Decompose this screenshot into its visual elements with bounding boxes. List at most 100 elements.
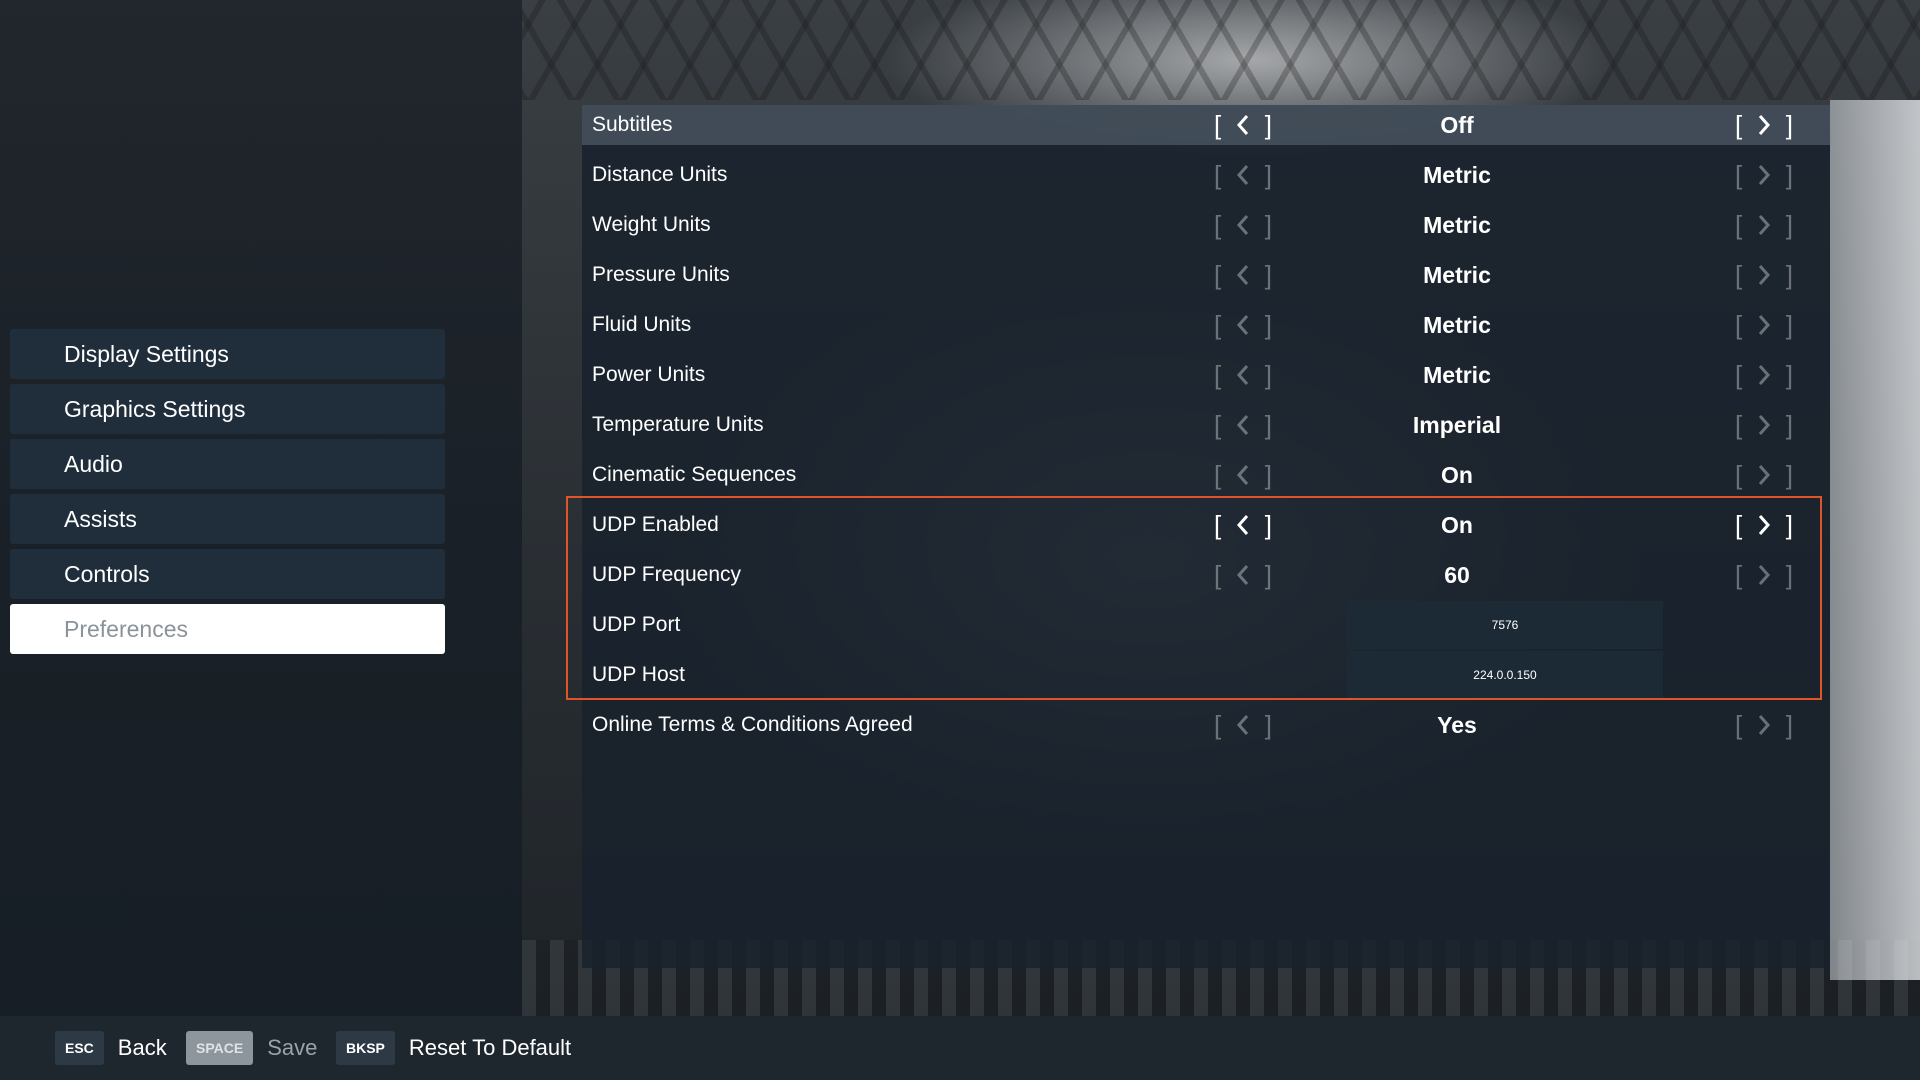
setting-row-subtitles[interactable]: Subtitles [] Off [] xyxy=(582,105,1830,145)
setting-label: UDP Host xyxy=(592,663,685,686)
setting-value: Metric xyxy=(1423,261,1491,288)
setting-value: Off xyxy=(1440,111,1474,138)
setting-label: Distance Units xyxy=(592,163,728,186)
chevron-left-icon xyxy=(1236,465,1249,485)
chevron-left-icon xyxy=(1236,265,1249,285)
setting-row-cinematic-sequences[interactable]: Cinematic Sequences [] On [] xyxy=(582,455,1830,495)
nav-item-label: Controls xyxy=(64,560,150,587)
next-option-button[interactable]: [] xyxy=(1735,408,1793,442)
previous-option-button[interactable]: [] xyxy=(1214,508,1272,542)
nav-item-controls[interactable]: Controls xyxy=(10,549,445,599)
setting-label: Power Units xyxy=(592,363,706,386)
settings-nav: Display Settings Graphics Settings Audio… xyxy=(10,329,445,659)
setting-value: Yes xyxy=(1437,711,1477,738)
chevron-left-icon xyxy=(1236,215,1249,235)
nav-item-label: Assists xyxy=(64,505,137,532)
setting-value: Imperial xyxy=(1412,411,1502,438)
previous-option-button[interactable]: [] xyxy=(1214,258,1272,292)
setting-row-weight-units[interactable]: Weight Units [] Metric [] xyxy=(582,205,1830,245)
nav-item-preferences[interactable]: Preferences xyxy=(10,604,445,654)
chevron-left-icon xyxy=(1236,365,1249,385)
setting-value: Metric xyxy=(1423,311,1491,338)
setting-label: UDP Port xyxy=(592,613,681,636)
setting-label: UDP Enabled xyxy=(592,513,719,536)
setting-row-fluid-units[interactable]: Fluid Units [] Metric [] xyxy=(582,305,1830,345)
setting-label: Subtitles xyxy=(592,113,673,136)
nav-item-display-settings[interactable]: Display Settings xyxy=(10,329,445,379)
setting-label: Cinematic Sequences xyxy=(592,463,797,486)
previous-option-button[interactable]: [] xyxy=(1214,108,1272,142)
setting-label: UDP Frequency xyxy=(592,563,742,586)
next-option-button[interactable]: [] xyxy=(1735,508,1793,542)
chevron-left-icon xyxy=(1236,415,1249,435)
next-option-button[interactable]: [] xyxy=(1735,358,1793,392)
chevron-right-icon xyxy=(1758,165,1771,185)
setting-row-udp-host: UDP Host 224.0.0.150 xyxy=(582,650,1830,700)
setting-row-power-units[interactable]: Power Units [] Metric [] xyxy=(582,355,1830,395)
nav-item-label: Display Settings xyxy=(64,340,229,367)
chevron-left-icon xyxy=(1236,565,1249,585)
setting-label: Temperature Units xyxy=(592,413,764,436)
save-label: Save xyxy=(267,1035,318,1060)
chevron-right-icon xyxy=(1758,215,1771,235)
setting-value: Metric xyxy=(1423,211,1491,238)
setting-value: On xyxy=(1441,461,1473,488)
setting-row-udp-frequency[interactable]: UDP Frequency [] 60 [] xyxy=(582,555,1830,595)
reset-label: Reset To Default xyxy=(408,1035,572,1060)
previous-option-button[interactable]: [] xyxy=(1214,558,1272,592)
chevron-right-icon xyxy=(1758,715,1771,735)
setting-row-udp-port: UDP Port 7576 xyxy=(582,600,1830,650)
nav-item-label: Graphics Settings xyxy=(64,395,246,422)
nav-item-assists[interactable]: Assists xyxy=(10,494,445,544)
setting-label: Online Terms & Conditions Agreed xyxy=(592,713,913,736)
nav-item-graphics-settings[interactable]: Graphics Settings xyxy=(10,384,445,434)
next-option-button[interactable]: [] xyxy=(1735,158,1793,192)
chevron-right-icon xyxy=(1758,365,1771,385)
udp-host-field[interactable]: 224.0.0.150 xyxy=(1347,651,1663,699)
reset-to-default-button[interactable]: BKSP Reset To Default xyxy=(336,1028,571,1068)
previous-option-button[interactable]: [] xyxy=(1214,458,1272,492)
setting-row-pressure-units[interactable]: Pressure Units [] Metric [] xyxy=(582,255,1830,295)
background-truss xyxy=(522,0,1920,100)
bksp-key-badge: BKSP xyxy=(336,1031,395,1065)
next-option-button[interactable]: [] xyxy=(1735,458,1793,492)
chevron-left-icon xyxy=(1236,715,1249,735)
next-option-button[interactable]: [] xyxy=(1735,708,1793,742)
chevron-right-icon xyxy=(1758,315,1771,335)
next-option-button[interactable]: [] xyxy=(1735,558,1793,592)
space-key-badge: SPACE xyxy=(186,1031,254,1065)
back-button[interactable]: ESC Back xyxy=(55,1028,167,1068)
next-option-button[interactable]: [] xyxy=(1735,108,1793,142)
setting-row-online-terms[interactable]: Online Terms & Conditions Agreed [] Yes … xyxy=(582,705,1830,745)
nav-item-audio[interactable]: Audio xyxy=(10,439,445,489)
previous-option-button[interactable]: [] xyxy=(1214,358,1272,392)
setting-label: Weight Units xyxy=(592,213,711,236)
setting-row-temperature-units[interactable]: Temperature Units [] Imperial [] xyxy=(582,405,1830,445)
next-option-button[interactable]: [] xyxy=(1735,308,1793,342)
previous-option-button[interactable]: [] xyxy=(1214,708,1272,742)
next-option-button[interactable]: [] xyxy=(1735,258,1793,292)
previous-option-button[interactable]: [] xyxy=(1214,208,1272,242)
setting-value: Metric xyxy=(1423,161,1491,188)
setting-value: On xyxy=(1441,511,1473,538)
setting-label: Fluid Units xyxy=(592,313,692,336)
chevron-right-icon xyxy=(1758,515,1771,535)
nav-item-label: Preferences xyxy=(64,615,189,642)
save-button[interactable]: SPACE Save xyxy=(186,1028,317,1068)
previous-option-button[interactable]: [] xyxy=(1214,408,1272,442)
chevron-right-icon xyxy=(1758,115,1771,135)
chevron-right-icon xyxy=(1758,265,1771,285)
setting-label: Pressure Units xyxy=(592,263,730,286)
udp-port-field[interactable]: 7576 xyxy=(1347,601,1663,649)
chevron-left-icon xyxy=(1236,165,1249,185)
next-option-button[interactable]: [] xyxy=(1735,208,1793,242)
previous-option-button[interactable]: [] xyxy=(1214,308,1272,342)
setting-value: Metric xyxy=(1423,361,1491,388)
setting-row-distance-units[interactable]: Distance Units [] Metric [] xyxy=(582,155,1830,195)
chevron-right-icon xyxy=(1758,465,1771,485)
previous-option-button[interactable]: [] xyxy=(1214,158,1272,192)
chevron-left-icon xyxy=(1236,515,1249,535)
setting-row-udp-enabled[interactable]: UDP Enabled [] On [] xyxy=(582,505,1830,545)
nav-item-label: Audio xyxy=(64,450,123,477)
back-label: Back xyxy=(117,1035,167,1060)
